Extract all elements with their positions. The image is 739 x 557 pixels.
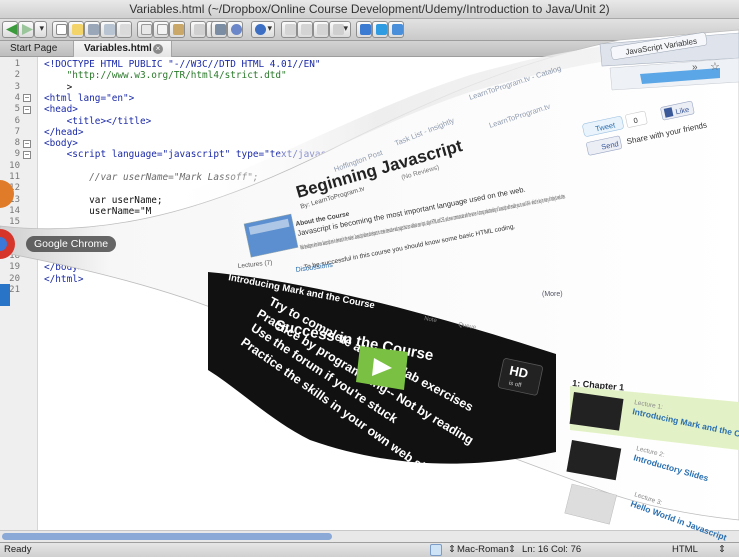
fold-toggle-icon[interactable]: −	[23, 94, 31, 103]
back-arrow-icon	[6, 24, 17, 35]
more-link[interactable]: (More)	[542, 291, 563, 298]
encoding-sync-icon[interactable]	[430, 544, 442, 556]
fold-toggle-icon[interactable]: −	[23, 150, 31, 159]
paste-button[interactable]	[169, 21, 185, 38]
dock-tooltip: Google Chrome	[26, 236, 117, 252]
cut-icon	[141, 24, 152, 35]
panel-icon	[285, 24, 296, 35]
forward-button[interactable]	[18, 21, 34, 38]
split-icon	[301, 24, 312, 35]
line-number: 5	[14, 104, 20, 115]
close-doc-icon	[120, 24, 131, 35]
forward-arrow-icon	[22, 24, 33, 35]
back-button[interactable]	[2, 21, 18, 38]
app-dock-icon[interactable]	[0, 284, 10, 306]
disk-icon	[88, 24, 99, 35]
print-button[interactable]	[211, 21, 227, 38]
folder-icon	[72, 24, 83, 35]
line-number: 8	[14, 138, 20, 149]
undo-button[interactable]	[190, 21, 206, 38]
layout-icon	[333, 24, 344, 35]
tools-icon	[392, 24, 403, 35]
cut-button[interactable]	[137, 21, 153, 38]
format-icon	[376, 24, 387, 35]
line-number: 20	[9, 273, 20, 284]
open-file-button[interactable]	[68, 21, 84, 38]
line-number: 6	[14, 115, 20, 126]
toolbar	[0, 19, 739, 41]
save-all-button[interactable]	[100, 21, 116, 38]
chevron-updown-icon: ⇕	[448, 544, 456, 555]
line-number: 19	[9, 262, 20, 273]
validate-button[interactable]	[356, 21, 372, 38]
help-button[interactable]	[227, 21, 243, 38]
cursor-position: Ln: 16 Col: 76	[522, 544, 582, 555]
chevron-updown-icon: ⇕	[508, 544, 516, 555]
tools-button[interactable]	[388, 21, 404, 38]
toggle-split-button[interactable]	[297, 21, 313, 38]
tab-start-page[interactable]: Start Page	[0, 41, 74, 57]
tab-variables-html[interactable]: Variables.html ×	[74, 41, 172, 57]
copy-icon	[157, 24, 168, 35]
line-number: 9	[14, 149, 20, 160]
undo-icon	[194, 24, 205, 35]
clipboard-icon	[173, 24, 184, 35]
new-file-icon	[56, 24, 67, 35]
star-icon[interactable]: ☆	[710, 61, 720, 73]
syntax-select[interactable]: HTML	[672, 543, 698, 557]
window-title-bar: Variables.html (~/Dropbox/Online Course …	[0, 0, 739, 19]
layout-dropdown-button[interactable]	[329, 21, 351, 38]
globe-icon	[255, 24, 266, 35]
browser-preview-button[interactable]	[251, 21, 275, 38]
tab-label: Variables.html	[84, 43, 152, 54]
chevron-right-icon: »	[692, 62, 698, 73]
line-number: 10	[9, 160, 20, 171]
line-number: 1	[14, 59, 20, 69]
fold-toggle-icon[interactable]: −	[23, 105, 31, 114]
status-ready: Ready	[4, 544, 32, 555]
history-dropdown-button[interactable]	[34, 21, 47, 38]
status-bar: Ready ⇕ Mac-Roman ⇕ Ln: 16 Col: 76 HTML …	[0, 542, 739, 557]
close-tab-icon[interactable]: ×	[153, 44, 163, 54]
close-file-button[interactable]	[116, 21, 132, 38]
line-number: 3	[14, 81, 20, 92]
wrap-icon	[317, 24, 328, 35]
scrollbar-thumb[interactable]	[2, 533, 332, 540]
chevron-updown-icon: ⇕	[718, 544, 726, 555]
printer-icon	[215, 24, 226, 35]
copy-button[interactable]	[153, 21, 169, 38]
save-button[interactable]	[84, 21, 100, 38]
toggle-wrap-button[interactable]	[313, 21, 329, 38]
check-icon	[360, 24, 371, 35]
tab-label: Start Page	[10, 43, 58, 54]
help-icon	[231, 24, 242, 35]
fold-toggle-icon[interactable]: −	[23, 139, 31, 148]
toggle-panel-button[interactable]	[281, 21, 297, 38]
window-title: Variables.html (~/Dropbox/Online Course …	[129, 2, 610, 16]
horizontal-scrollbar[interactable]	[0, 530, 739, 542]
line-number: 4	[14, 92, 20, 103]
disks-icon	[104, 24, 115, 35]
line-number: 7	[14, 126, 20, 137]
encoding-select[interactable]: Mac-Roman	[457, 543, 509, 557]
format-button[interactable]	[372, 21, 388, 38]
new-file-button[interactable]	[52, 21, 68, 38]
line-number: 2	[14, 70, 20, 81]
